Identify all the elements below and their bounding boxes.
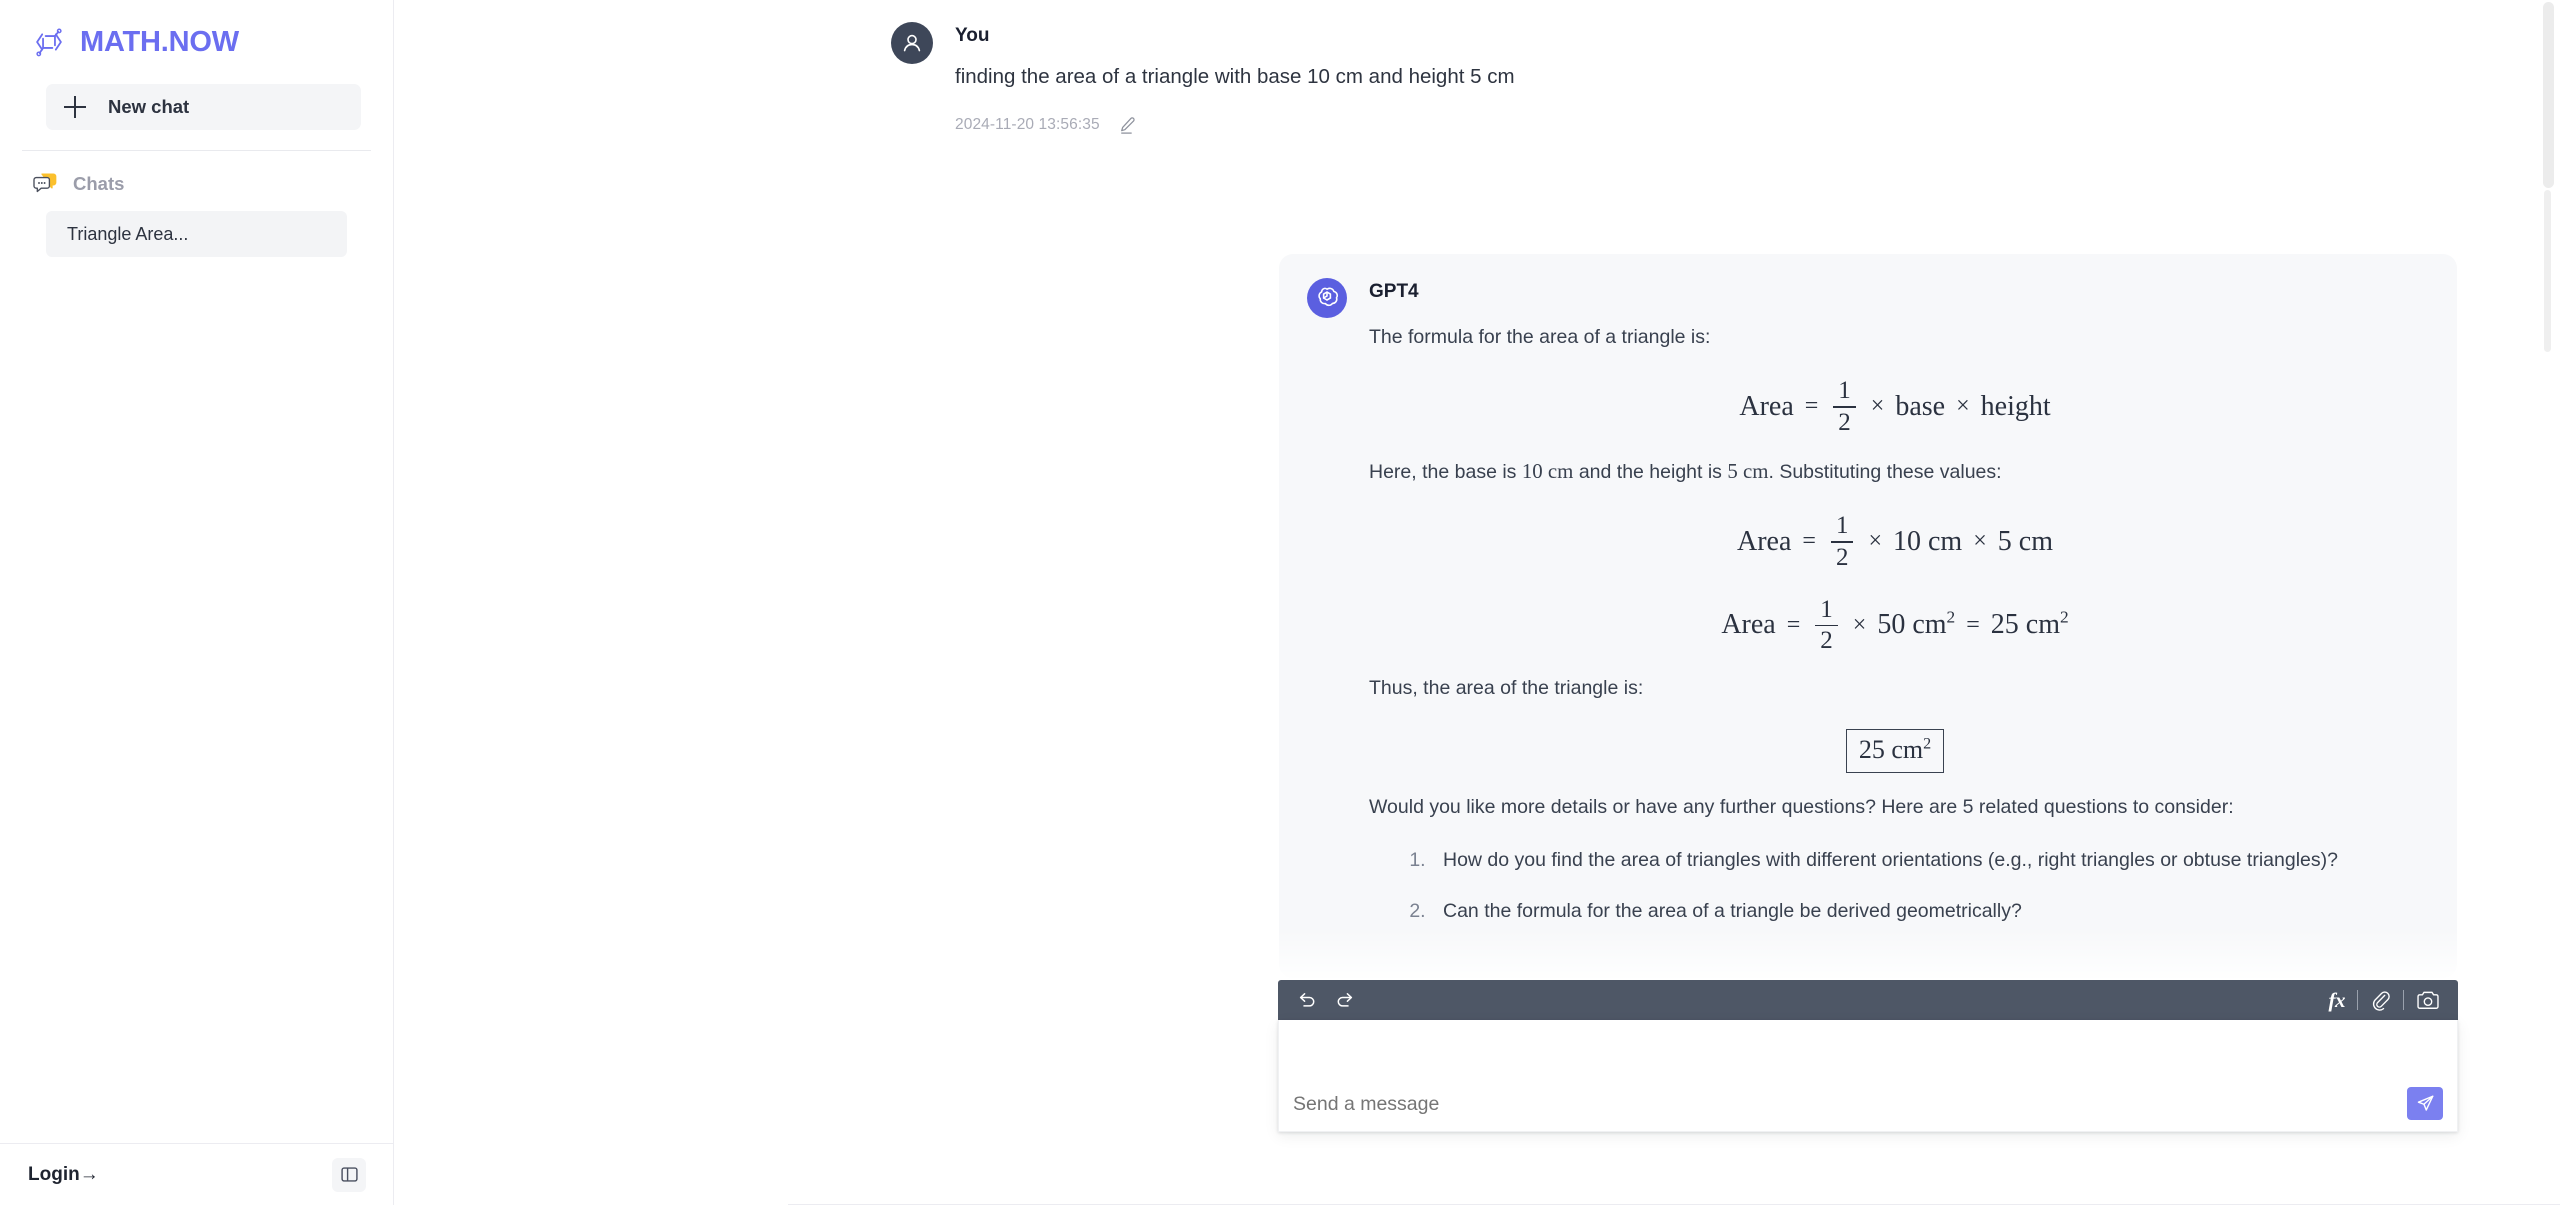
user-message-body: You finding the area of a triangle with … — [955, 22, 2071, 135]
assistant-conclusion-text: Thus, the area of the triangle is: — [1369, 677, 1644, 700]
formula-area-substituted: Area = 1 2 × 10 cm × 5 cm — [1369, 513, 2421, 571]
assistant-message-body: GPT4 The formula for the area of a trian… — [1369, 278, 2421, 948]
openai-logo-icon — [1307, 278, 1347, 318]
composer: fx Send a message — [1278, 980, 2458, 1132]
formula-3-term-1-exponent: 2 — [1946, 608, 1956, 628]
composer-input-box — [1278, 1020, 2458, 1132]
formula-3-term-2: 25 cm2 — [1990, 608, 2069, 641]
user-message-text: finding the area of a triangle with base… — [955, 64, 1515, 88]
substitution-text-a: Here, the base is — [1369, 460, 1517, 483]
math-now-logo-icon — [36, 28, 62, 57]
user-message-meta: 2024-11-20 13:56:35 — [955, 116, 2071, 135]
user-message: You finding the area of a triangle with … — [891, 22, 2071, 135]
formula-2-lhs: Area — [1737, 525, 1792, 557]
scrollbar-thumb-secondary[interactable] — [2544, 190, 2551, 352]
formula-1-term-1: base — [1895, 390, 1946, 422]
sidebar-chat-item-triangle-area[interactable]: Triangle Area... — [46, 211, 347, 257]
new-chat-button[interactable]: New chat — [46, 84, 361, 130]
formula-2-times-2: × — [1973, 528, 1987, 555]
chats-section-header: Chats — [0, 151, 393, 195]
substitution-text-b: and the height is — [1578, 460, 1722, 483]
formula-2-term-1: 10 cm — [1893, 525, 1963, 557]
boxed-answer-exponent: 2 — [1923, 735, 1932, 753]
substitution-value-height: 5 cm — [1727, 458, 1769, 483]
assistant-intro-text: The formula for the area of a triangle i… — [1369, 325, 1711, 348]
toolbar-separator — [2357, 990, 2358, 1010]
undo-arrow-icon[interactable] — [1296, 990, 1318, 1010]
composer-toolbar: fx — [1278, 980, 2458, 1020]
send-plane-icon — [2417, 1095, 2433, 1111]
chat-item-label: Triangle Area... — [67, 223, 189, 244]
boxed-answer: 25 cm2 — [1845, 729, 1945, 774]
composer-toolbar-left — [1296, 990, 1356, 1010]
chats-section-label: Chats — [73, 173, 125, 194]
new-chat-label: New chat — [108, 96, 190, 117]
formula-3-term-2-exponent: 2 — [2059, 608, 2069, 628]
formula-1-fraction: 1 2 — [1833, 378, 1856, 436]
formula-1-term-2: height — [1980, 390, 2051, 422]
user-avatar-icon — [891, 22, 933, 64]
fraction-bar — [1833, 406, 1856, 408]
formula-1-times-2: × — [1956, 393, 1970, 420]
related-questions-list: How do you find the area of triangles wi… — [1369, 845, 2421, 928]
assistant-substitution-text: Here, the base is 10 cm and the height i… — [1369, 456, 2421, 487]
formula-3-equals: = — [1786, 611, 1801, 638]
formula-3-times-1: × — [1852, 611, 1867, 638]
assistant-message: GPT4 The formula for the area of a trian… — [1279, 254, 2457, 978]
substitution-value-base: 10 cm — [1521, 458, 1574, 483]
formula-2-fraction: 1 2 — [1830, 512, 1854, 571]
formula-area-result: Area = 1 2 × 50 cm2 = 25 cm2 — [1369, 595, 2421, 655]
scrollbar-thumb[interactable] — [2543, 2, 2554, 188]
fraction-bar — [1830, 541, 1854, 543]
formula-3-fraction: 1 2 — [1815, 595, 1838, 655]
formula-1-equals: = — [1804, 393, 1819, 420]
fraction-bar — [1815, 624, 1838, 627]
assistant-message-author: GPT4 — [1369, 281, 1419, 302]
chat-bubbles-icon — [33, 173, 57, 193]
toolbar-separator — [2403, 990, 2404, 1010]
message-input[interactable] — [1291, 1092, 2341, 1117]
sidebar-panel-icon — [340, 1167, 358, 1182]
chat-main: You finding the area of a triangle with … — [394, 0, 2560, 1205]
list-item: Can the formula for the area of a triang… — [1431, 896, 2421, 928]
fx-formula-icon[interactable]: fx — [2329, 988, 2346, 1013]
brand-name: MATH.NOW — [80, 25, 239, 58]
formula-1-times-1: × — [1870, 393, 1885, 420]
formula-2-denominator: 2 — [1835, 543, 1849, 571]
app-root: MATH.NOW New chat Chats Triangle Area...… — [0, 0, 2560, 1205]
sidebar-panel-toggle-button[interactable] — [332, 1157, 366, 1192]
formula-3-numerator: 1 — [1820, 595, 1833, 623]
send-button[interactable] — [2407, 1087, 2443, 1120]
formula-3-equals-2: = — [1966, 611, 1980, 638]
pencil-edit-icon[interactable] — [1118, 116, 1137, 135]
formula-2-equals: = — [1802, 528, 1816, 555]
formula-1-numerator: 1 — [1838, 377, 1851, 405]
sidebar: MATH.NOW New chat Chats Triangle Area...… — [0, 0, 394, 1205]
plus-icon — [64, 96, 86, 118]
formula-2-numerator: 1 — [1835, 512, 1849, 540]
composer-toolbar-right: fx — [2329, 988, 2441, 1013]
formula-2-term-2: 5 cm — [1997, 525, 2053, 557]
formula-3-denominator: 2 — [1820, 627, 1833, 655]
sidebar-footer: Login→ — [0, 1143, 394, 1205]
boxed-answer-block: 25 cm2 — [1369, 729, 2421, 774]
brand: MATH.NOW — [0, 0, 393, 66]
user-message-timestamp: 2024-11-20 13:56:35 — [955, 116, 1100, 134]
login-button[interactable]: Login→ — [28, 1164, 99, 1186]
user-message-author: You — [955, 25, 990, 46]
paperclip-icon[interactable] — [2370, 989, 2391, 1011]
formula-3-lhs: Area — [1721, 609, 1776, 641]
formula-3-term-1: 50 cm2 — [1877, 608, 1956, 641]
substitution-text-c: . Substituting these values: — [1768, 460, 2002, 483]
formula-1-lhs: Area — [1739, 390, 1794, 422]
formula-2-times-1: × — [1868, 528, 1882, 555]
list-item: How do you find the area of triangles wi… — [1431, 845, 2421, 877]
assistant-followup-text: Would you like more details or have any … — [1369, 796, 2234, 819]
formula-area-general: Area = 1 2 × base × height — [1369, 378, 2421, 436]
formula-1-denominator: 2 — [1838, 408, 1851, 436]
camera-icon[interactable] — [2416, 990, 2440, 1011]
redo-arrow-icon[interactable] — [1334, 990, 1356, 1010]
vertical-scrollbar[interactable] — [2543, 0, 2554, 1205]
